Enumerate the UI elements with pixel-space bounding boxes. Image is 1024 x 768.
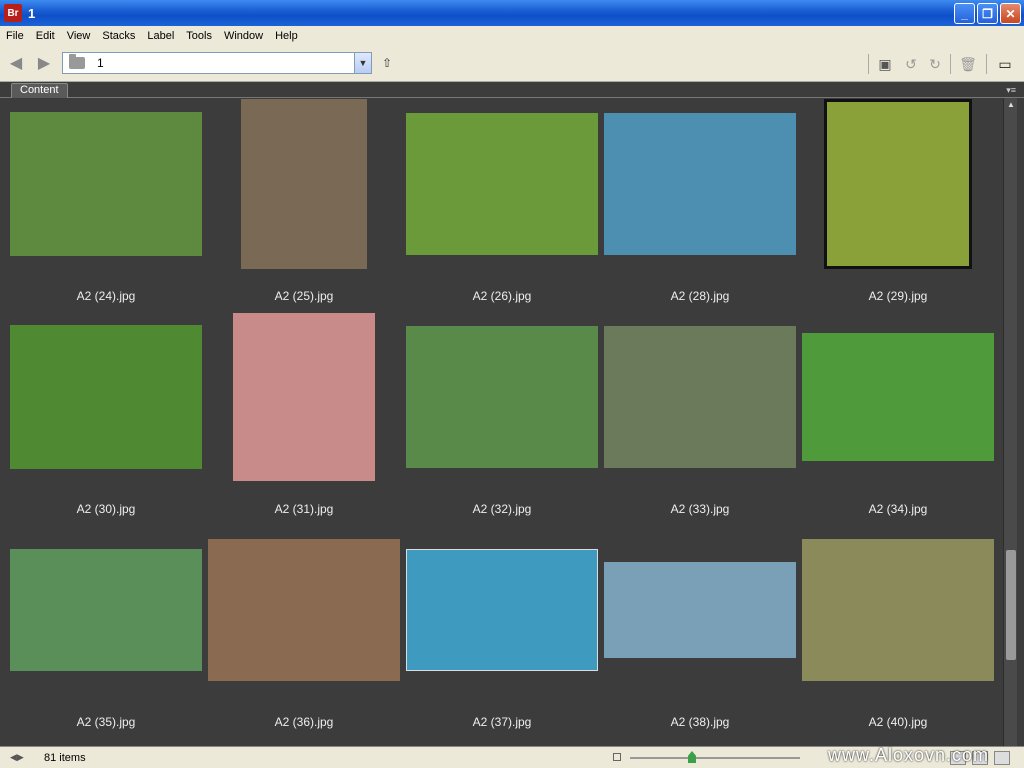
menu-window[interactable]: Window (218, 30, 269, 42)
thumbnail-image[interactable] (604, 562, 796, 658)
thumbnail-image[interactable] (10, 325, 202, 469)
thumbnail-caption: A2 (29).jpg (868, 289, 928, 303)
thumbnail-caption: A2 (32).jpg (472, 502, 532, 516)
window-title: 1 (28, 5, 36, 21)
thumbnail-cell[interactable]: A2 (24).jpg (7, 98, 205, 311)
thumbnail-cell[interactable]: A2 (38).jpg (601, 524, 799, 737)
thumbnail-caption: A2 (26).jpg (472, 289, 532, 303)
folder-up-icon[interactable]: ⇧ (378, 55, 396, 71)
thumbnail-cell[interactable]: A2 (33).jpg (601, 311, 799, 524)
toolbar-divider (868, 54, 869, 74)
thumbnail-image[interactable] (802, 539, 994, 681)
thumbnail-cell[interactable]: A2 (26).jpg (403, 98, 601, 311)
thumbnail-cell[interactable]: A2 (31).jpg (205, 311, 403, 524)
thumbnail-image[interactable] (208, 539, 400, 681)
rotate-right-icon[interactable]: ↻ (924, 54, 946, 74)
thumbnail-cell[interactable]: A2 (25).jpg (205, 98, 403, 311)
thumbnail-cell[interactable]: A2 (36).jpg (205, 524, 403, 737)
menu-label[interactable]: Label (141, 30, 180, 42)
thumbnail-cell[interactable]: A2 (34).jpg (799, 311, 997, 524)
thumbnail-caption: A2 (33).jpg (670, 502, 730, 516)
rotate-left-icon[interactable]: ↺ (900, 54, 922, 74)
chevron-down-icon[interactable]: ▼ (354, 53, 371, 73)
thumbnail-cell[interactable]: A2 (32).jpg (403, 311, 601, 524)
thumbnail-cell[interactable]: A2 (40).jpg (799, 524, 997, 737)
toolbar: ◀ ▶ 1 ▼ ⇧ ▣ ↺ ↻ 🗑 ▭ (0, 46, 1024, 82)
thumbnail-caption: A2 (34).jpg (868, 502, 928, 516)
thumbnail-image[interactable] (802, 333, 994, 461)
thumbnail-caption: A2 (37).jpg (472, 715, 532, 729)
toolbar-divider (986, 54, 987, 74)
thumbnail-image[interactable] (604, 113, 796, 255)
scrollbar-thumb[interactable] (1006, 550, 1016, 660)
forward-arrow-icon[interactable]: ▶ (34, 54, 54, 72)
thumbnail-cell[interactable]: A2 (35).jpg (7, 524, 205, 737)
thumbnail-image[interactable] (233, 313, 375, 481)
watermark: www.Aloxovn.com (828, 745, 990, 765)
slider-thumb[interactable] (688, 751, 696, 763)
content-grid: A2 (24).jpg A2 (25).jpg A2 (26).jpg A2 (… (0, 98, 1003, 746)
scroll-up-icon[interactable]: ▲ (1007, 100, 1015, 109)
menu-tools[interactable]: Tools (180, 30, 218, 42)
thumbnail-cell[interactable]: A2 (37).jpg (403, 524, 601, 737)
thumbnail-image[interactable] (241, 99, 367, 269)
tab-content[interactable]: Content (11, 83, 68, 98)
item-count: 81 items (44, 751, 86, 764)
menu-edit[interactable]: Edit (30, 30, 61, 42)
bridge-app-icon[interactable]: Br (4, 4, 22, 22)
thumbnail-cell[interactable]: A2 (28).jpg (601, 98, 799, 311)
path-dropdown[interactable]: 1 ▼ (62, 52, 372, 74)
view-list-icon[interactable] (994, 751, 1010, 765)
content-tab-bar: Content ▾≡ (0, 82, 1024, 98)
path-value: 1 (97, 56, 104, 70)
thumbnail-caption: A2 (35).jpg (76, 715, 136, 729)
thumbnail-caption: A2 (24).jpg (76, 289, 136, 303)
thumbnail-image[interactable] (406, 326, 598, 468)
thumbnail-cell[interactable]: A2 (30).jpg (7, 311, 205, 524)
thumbnail-image[interactable] (604, 326, 796, 468)
thumbnail-image[interactable] (824, 99, 972, 269)
panel-menu-icon[interactable]: ▾≡ (1006, 85, 1016, 96)
thumbnail-caption: A2 (25).jpg (274, 289, 334, 303)
back-arrow-icon[interactable]: ◀ (6, 54, 26, 72)
title-bar: Br 1 _ ❐ ✕ (0, 0, 1024, 26)
thumbnail-caption: A2 (30).jpg (76, 502, 136, 516)
thumbnail-image[interactable] (10, 112, 202, 256)
thumbnail-image[interactable] (10, 549, 202, 671)
trash-icon[interactable]: 🗑 (957, 54, 979, 74)
thumbnail-caption: A2 (31).jpg (274, 502, 334, 516)
thumbnail-caption: A2 (28).jpg (670, 289, 730, 303)
thumbnail-caption: A2 (40).jpg (868, 715, 928, 729)
menu-stacks[interactable]: Stacks (96, 30, 141, 42)
thumbnail-caption: A2 (36).jpg (274, 715, 334, 729)
minimize-button[interactable]: _ (954, 3, 975, 24)
thumbnail-cell[interactable]: A2 (29).jpg (799, 98, 997, 311)
thumbnail-size-slider[interactable] (630, 757, 800, 759)
menu-help[interactable]: Help (269, 30, 304, 42)
vertical-scrollbar[interactable]: ▲ (1003, 98, 1017, 746)
close-button[interactable]: ✕ (1000, 3, 1021, 24)
compact-mode-icon[interactable]: ▭ (994, 54, 1016, 74)
toolbar-divider (950, 54, 951, 74)
menu-file[interactable]: File (0, 30, 30, 42)
maximize-button[interactable]: ❐ (977, 3, 998, 24)
new-folder-icon[interactable]: ▣ (874, 54, 896, 74)
thumbnail-image[interactable] (406, 549, 598, 671)
thumbnail-small-icon[interactable] (613, 753, 621, 761)
thumbnail-caption: A2 (38).jpg (670, 715, 730, 729)
menu-bar: File Edit View Stacks Label Tools Window… (0, 26, 1024, 46)
panel-toggle-icon[interactable]: ◀▶ (10, 752, 26, 763)
menu-view[interactable]: View (61, 30, 97, 42)
folder-icon (69, 54, 85, 69)
thumbnail-image[interactable] (406, 113, 598, 255)
